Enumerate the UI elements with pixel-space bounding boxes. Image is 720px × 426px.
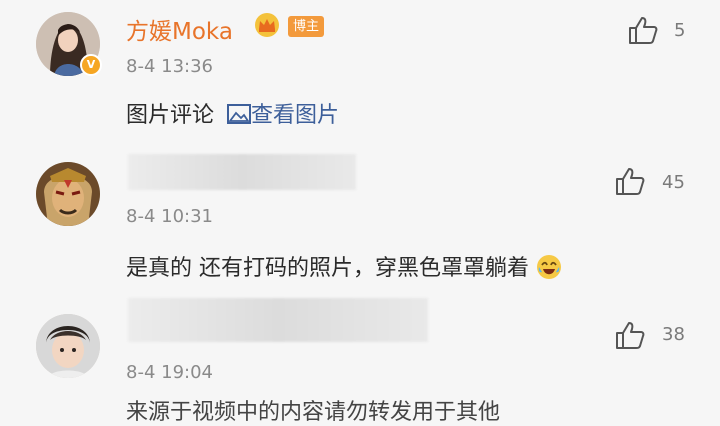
avatar[interactable]: [36, 162, 100, 226]
verified-badge: V: [80, 54, 102, 76]
young-man-avatar-icon: [36, 314, 100, 378]
user-name[interactable]: 方媛Moka: [126, 12, 233, 46]
thumbs-up-icon: [629, 17, 658, 44]
comment-time: 8-4 13:36: [126, 56, 213, 77]
view-image-link[interactable]: 查看图片: [227, 103, 339, 128]
author-badge: 博主: [288, 16, 325, 37]
image-icon: [227, 104, 252, 124]
thumbs-up-icon: [616, 322, 645, 349]
comment-2: 8-4 10:31 是真的 还有打码的照片，穿黑色罩罩躺着 45: [0, 140, 720, 290]
view-image-text[interactable]: 查看图片: [251, 103, 339, 128]
like-count: 5: [674, 20, 686, 41]
laughing-tears-emoji-icon: [537, 255, 561, 279]
avatar[interactable]: [36, 314, 100, 378]
comment-3: 8-4 19:04 来源于视频中的内容请勿转发用于其他 38: [0, 290, 720, 425]
crown-icon: [255, 13, 279, 37]
like-button[interactable]: [627, 15, 659, 45]
like-count: 38: [662, 324, 685, 345]
comment-1: V 方媛Moka 博主 8-4 13:36 图片评论 查看图片 5: [0, 0, 720, 140]
comment-text: 是真的 还有打码的照片，穿黑色罩罩躺着: [126, 250, 562, 282]
comment-text: 图片评论 查看图片: [126, 97, 339, 129]
image-comment-label: 图片评论: [126, 103, 215, 128]
comment-body: 是真的 还有打码的照片，穿黑色罩罩躺着: [126, 256, 529, 281]
comment-time: 8-4 19:04: [126, 362, 213, 383]
blurred-user-name: [128, 298, 428, 342]
thumbs-up-icon: [616, 168, 645, 195]
painted-opera-face-avatar-icon: [36, 162, 100, 226]
comment-time: 8-4 10:31: [126, 206, 213, 227]
like-button[interactable]: [614, 320, 646, 350]
like-count: 45: [662, 172, 685, 193]
blurred-user-name: [128, 154, 356, 190]
comment-text-partial: 来源于视频中的内容请勿转发用于其他: [126, 400, 501, 425]
like-button[interactable]: [614, 166, 646, 196]
